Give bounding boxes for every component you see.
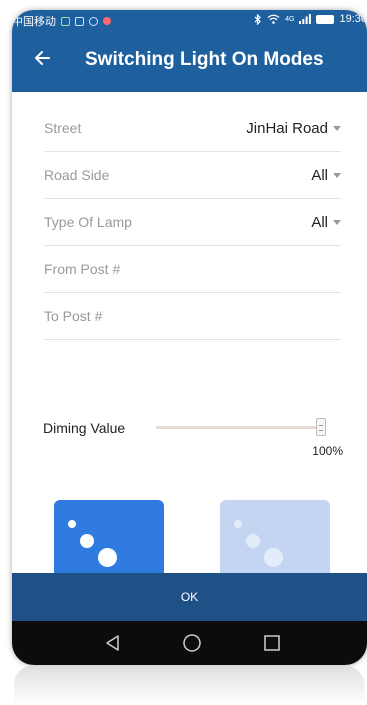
arrow-left-icon xyxy=(35,51,50,65)
street-select[interactable]: JinHai Road xyxy=(246,120,341,137)
diming-label: Diming Value xyxy=(43,420,126,436)
bubble-icon xyxy=(80,534,94,548)
from-post-placeholder: From Post # xyxy=(44,261,121,277)
app-icon xyxy=(89,16,98,26)
signal-icon xyxy=(299,14,312,24)
bubble-icon xyxy=(98,548,117,567)
bluetooth-icon xyxy=(254,13,261,25)
page-title: Switching Light On Modes xyxy=(85,49,324,70)
device-reflection xyxy=(14,666,364,705)
recents-square-icon[interactable] xyxy=(261,632,283,654)
system-nav-bar xyxy=(12,621,367,665)
to-post-input[interactable]: To Post # xyxy=(44,293,341,340)
street-value: JinHai Road xyxy=(246,119,328,137)
road-side-row: Road Side All xyxy=(44,152,341,199)
caret-down-icon xyxy=(333,172,341,178)
wifi-icon xyxy=(267,14,280,24)
from-post-input[interactable]: From Post # xyxy=(44,246,341,293)
bubble-icon xyxy=(234,520,242,528)
bubble-icon xyxy=(246,534,260,548)
battery-icon xyxy=(316,14,335,24)
road-side-label: Road Side xyxy=(44,167,110,183)
image-icon xyxy=(75,16,84,26)
app-bar: Switching Light On Modes xyxy=(12,30,367,92)
phone-screen: 中国移动 4G 19:30 Switching Light On Modes S… xyxy=(12,10,367,665)
bubble-icon xyxy=(264,548,283,567)
status-left: 中国移动 xyxy=(12,13,111,29)
to-post-placeholder: To Post # xyxy=(44,308,103,324)
diming-value: 100% xyxy=(312,444,343,458)
diming-slider[interactable] xyxy=(156,418,326,436)
network-type: 4G xyxy=(285,15,295,23)
home-circle-icon[interactable] xyxy=(181,632,203,654)
back-button[interactable] xyxy=(34,44,50,74)
mode-tile-inactive[interactable] xyxy=(220,500,330,580)
alert-icon xyxy=(103,17,111,25)
lamp-type-value: All xyxy=(311,213,328,231)
caret-down-icon xyxy=(333,219,341,225)
street-row: Street JinHai Road xyxy=(44,105,341,152)
lamp-type-select[interactable]: All xyxy=(311,214,341,231)
diming-control: Diming Value 100% xyxy=(43,418,343,468)
notification-icon xyxy=(61,16,70,26)
ok-button[interactable]: OK xyxy=(12,573,367,621)
road-side-value: All xyxy=(311,166,328,184)
lamp-type-label: Type Of Lamp xyxy=(44,214,132,230)
road-side-select[interactable]: All xyxy=(311,167,341,184)
bubble-icon xyxy=(68,520,76,528)
filter-form: Street JinHai Road Road Side All Type Of… xyxy=(44,105,341,340)
status-right: 4G 19:30 xyxy=(254,13,367,25)
lamp-type-row: Type Of Lamp All xyxy=(44,199,341,246)
status-bar: 中国移动 4G 19:30 xyxy=(12,10,367,30)
ok-label: OK xyxy=(180,590,199,604)
status-time: 19:30 xyxy=(339,13,367,25)
street-label: Street xyxy=(44,120,82,136)
mode-tile-active[interactable] xyxy=(54,500,164,580)
caret-down-icon xyxy=(333,125,341,131)
carrier-name: 中国移动 xyxy=(12,16,56,28)
diming-slider-thumb[interactable] xyxy=(316,418,326,436)
back-triangle-icon[interactable] xyxy=(102,632,124,654)
